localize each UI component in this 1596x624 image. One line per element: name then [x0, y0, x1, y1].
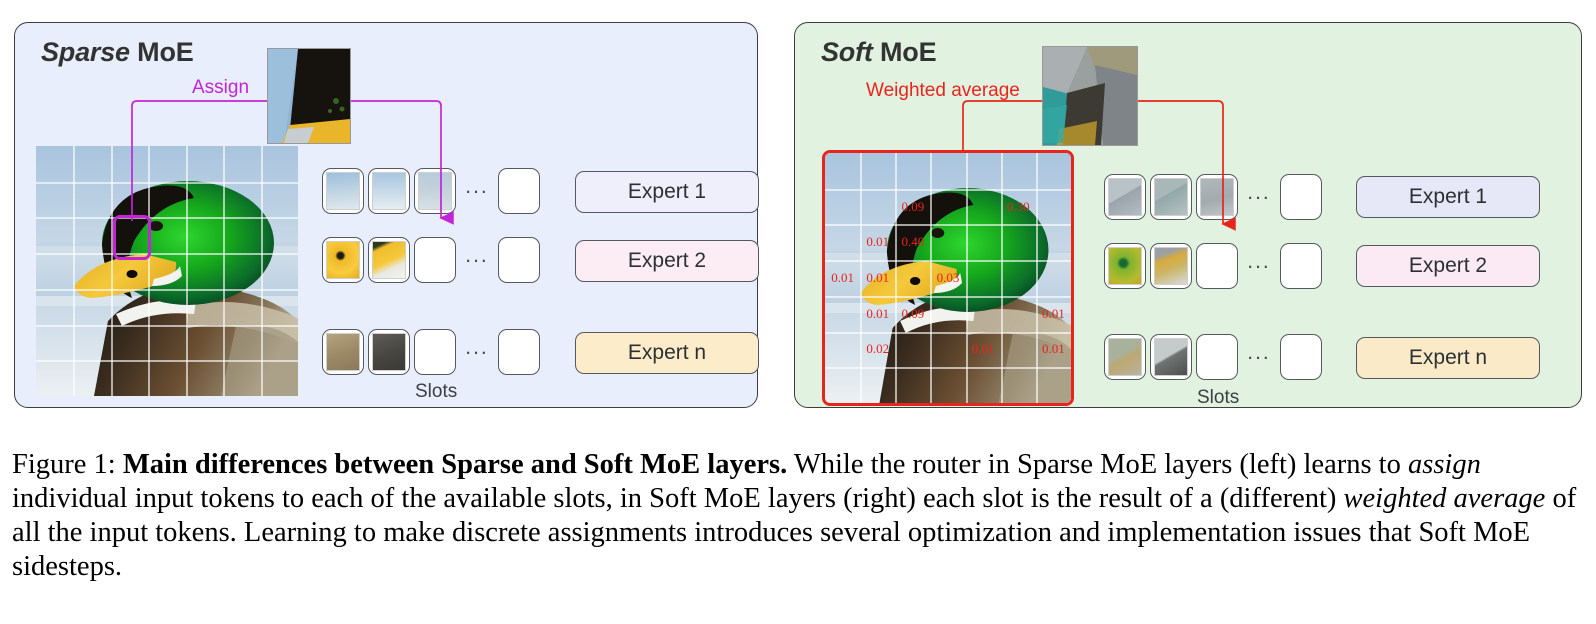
slot-content	[1154, 338, 1188, 376]
slot[interactable]	[1104, 243, 1146, 289]
duck-photo-left	[36, 146, 298, 396]
slot-content	[326, 333, 360, 371]
soft-slot-row-n: ...	[1104, 334, 1322, 380]
sparse-input-image-grid	[36, 146, 298, 396]
slot[interactable]	[1104, 334, 1146, 380]
sparse-slot-row-2: ...	[322, 237, 540, 283]
slot-content	[326, 172, 360, 210]
slot-content	[1108, 338, 1142, 376]
slot[interactable]	[322, 168, 364, 214]
slot-content	[372, 241, 406, 279]
soft-expert-n[interactable]: Expert n	[1356, 337, 1540, 379]
soft-slots-label: Slots	[1197, 387, 1240, 408]
caption-bold-lead: Main differences between Sparse and Soft…	[122, 449, 788, 480]
slot-content	[1108, 178, 1142, 216]
selected-token-highlight	[113, 215, 151, 260]
slot-content	[1154, 178, 1188, 216]
slot[interactable]	[368, 168, 410, 214]
sparse-title-rest: MoE	[129, 37, 194, 67]
sparse-slot-row-1: ...	[322, 168, 540, 214]
slot[interactable]	[322, 329, 364, 375]
sparse-token-thumbnail	[267, 48, 351, 144]
soft-token-thumbnail	[1042, 46, 1138, 146]
slot-empty[interactable]	[1196, 334, 1238, 380]
slot-content	[418, 172, 452, 210]
slot-ellipsis: ...	[465, 244, 489, 267]
sparse-slots-label: Slots	[415, 381, 458, 402]
slot-empty[interactable]	[498, 168, 540, 214]
slot[interactable]	[1104, 174, 1146, 220]
assign-connector-label: Assign	[192, 77, 250, 98]
slot-content	[1108, 247, 1142, 285]
slot-empty[interactable]	[414, 237, 456, 283]
caption-text-2: individual input tokens to each of the a…	[12, 483, 1344, 514]
sparse-title-emphasis: Sparse	[41, 37, 130, 67]
slot[interactable]	[368, 329, 410, 375]
soft-title-emphasis: Soft	[821, 37, 873, 67]
slot-ellipsis: ...	[1247, 181, 1271, 204]
sparse-expert-n[interactable]: Expert n	[575, 332, 759, 374]
slot-content	[1200, 178, 1234, 216]
soft-slot-row-2: ...	[1104, 243, 1322, 289]
slot[interactable]	[1150, 334, 1192, 380]
slot[interactable]	[1150, 243, 1192, 289]
sparse-expert-1[interactable]: Expert 1	[575, 171, 759, 213]
slot-ellipsis: ...	[465, 175, 489, 198]
slot-ellipsis: ...	[1247, 250, 1271, 273]
sparse-panel-title: Sparse MoE	[41, 37, 194, 68]
slot-content	[326, 241, 360, 279]
duck-photo-right	[825, 153, 1071, 403]
caption-italic-assign: assign	[1407, 449, 1481, 480]
soft-expert-1[interactable]: Expert 1	[1356, 176, 1540, 218]
slot[interactable]	[322, 237, 364, 283]
slot-content	[372, 172, 406, 210]
soft-slot-row-1: ...	[1104, 174, 1322, 220]
slot-empty[interactable]	[1280, 243, 1322, 289]
caption-text-1: While the router in Sparse MoE layers (l…	[787, 449, 1408, 480]
slot-empty[interactable]	[498, 329, 540, 375]
figure-caption: Figure 1: Main differences between Spars…	[12, 448, 1587, 584]
soft-expert-2[interactable]: Expert 2	[1356, 245, 1540, 287]
sparse-slot-row-n: ...	[322, 329, 540, 375]
slot[interactable]	[368, 237, 410, 283]
slot-empty[interactable]	[498, 237, 540, 283]
slot-content	[372, 333, 406, 371]
slot[interactable]	[414, 168, 456, 214]
sparse-expert-2[interactable]: Expert 2	[575, 240, 759, 282]
caption-italic-weighted-average: weighted average	[1343, 483, 1546, 514]
figure-number: Figure 1:	[12, 449, 116, 480]
soft-title-rest: MoE	[872, 37, 937, 67]
weighted-average-connector-label: Weighted average	[866, 80, 1020, 101]
slot[interactable]	[1196, 174, 1238, 220]
slot-ellipsis: ...	[465, 336, 489, 359]
slot-ellipsis: ...	[1247, 341, 1271, 364]
slot[interactable]	[1150, 174, 1192, 220]
soft-input-image-grid: 0.09 0.30 0.01 0.40 0.01 0.01 0.03 0.01 0.09 0.01…	[822, 150, 1074, 406]
slot-content	[1154, 247, 1188, 285]
slot-empty[interactable]	[1280, 334, 1322, 380]
slot-empty[interactable]	[414, 329, 456, 375]
slot-empty[interactable]	[1280, 174, 1322, 220]
slot-empty[interactable]	[1196, 243, 1238, 289]
soft-panel-title: Soft MoE	[821, 37, 937, 68]
